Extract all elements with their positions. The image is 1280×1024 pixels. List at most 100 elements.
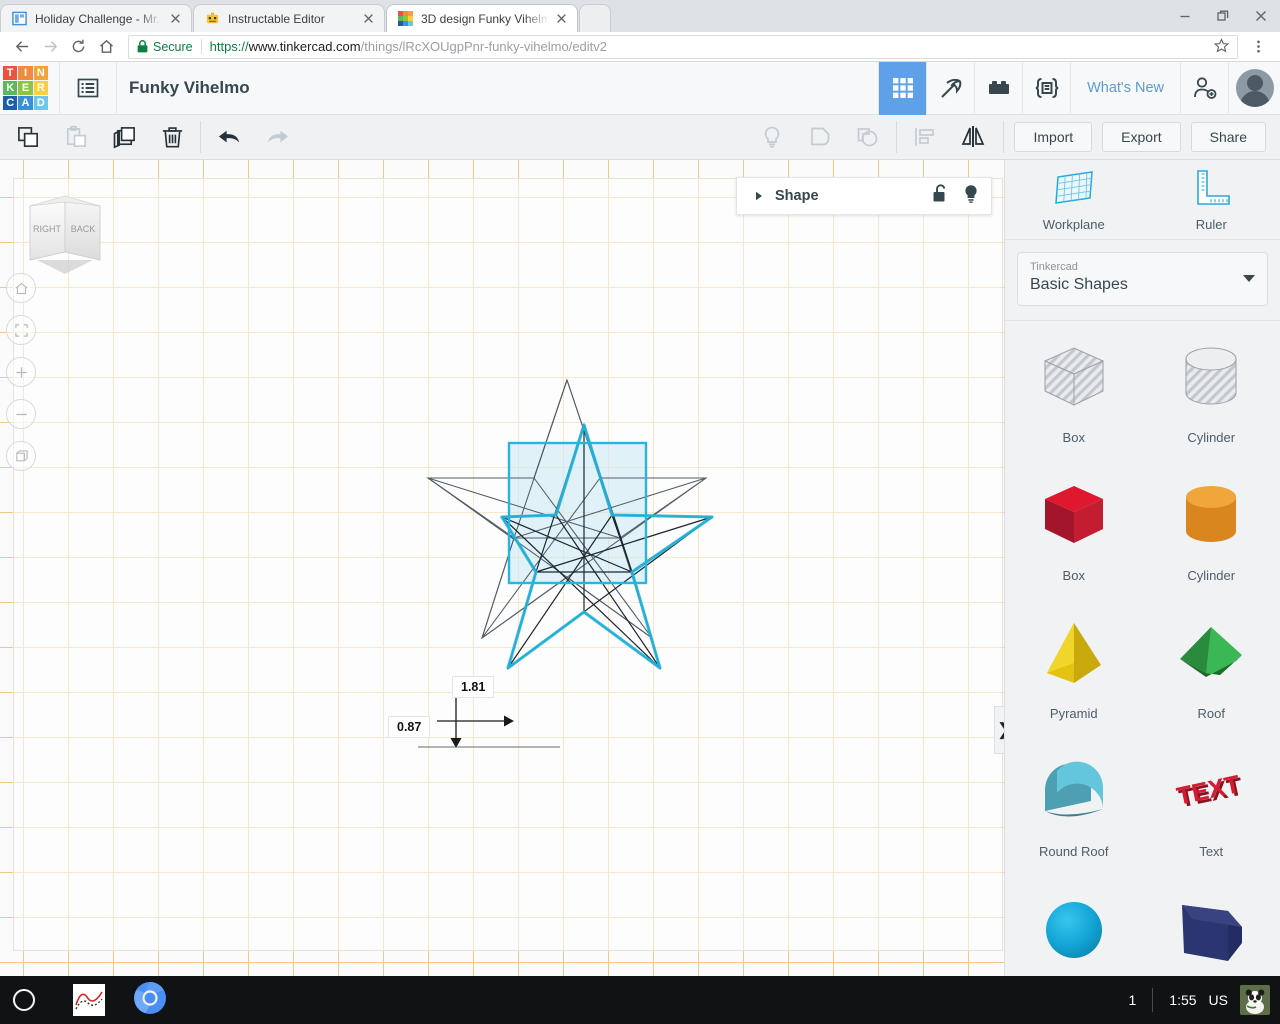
dimension-vertical[interactable]: 0.87: [388, 716, 431, 738]
lego-brick-icon[interactable]: [974, 61, 1022, 115]
close-icon[interactable]: [167, 11, 183, 27]
chevron-right-icon[interactable]: ❯: [994, 706, 1004, 754]
tinkercad-logo-icon[interactable]: T I N K E R C A D: [3, 65, 48, 111]
ungroup-icon[interactable]: [844, 115, 892, 160]
notification-count: 1: [1128, 992, 1137, 1008]
align-icon[interactable]: [901, 115, 949, 160]
shape-inspector-panel[interactable]: Shape: [736, 177, 992, 215]
shape-item-round-roof[interactable]: Round Roof: [1005, 735, 1143, 873]
shape-item-box[interactable]: Box: [1005, 459, 1143, 597]
shape-item-wedge[interactable]: Wedge: [1143, 873, 1280, 976]
minimize-icon[interactable]: [1166, 0, 1204, 32]
view-cube[interactable]: RIGHT BACK: [22, 192, 108, 278]
add-user-icon[interactable]: [1180, 61, 1228, 115]
logo-tile-a: A: [18, 96, 33, 111]
robot-icon: [204, 11, 220, 27]
shape-item-roof[interactable]: Roof: [1143, 597, 1280, 735]
shape-items-grid: Box Cylinder Box Cylinder Pyramid Roof R…: [1005, 320, 1280, 976]
avatar[interactable]: [1228, 61, 1280, 115]
system-tray[interactable]: 1 1:55 US: [1113, 985, 1280, 1015]
circle-launcher-icon[interactable]: [13, 989, 35, 1011]
whats-new-link[interactable]: What's New: [1070, 61, 1180, 115]
ruler-tool[interactable]: Ruler: [1143, 160, 1280, 239]
url-domain: www.tinkercad.com: [248, 39, 361, 54]
ruler-label: Ruler: [1195, 216, 1227, 232]
logo-tile-t: T: [3, 65, 18, 80]
lightbulb-hint-icon[interactable]: [748, 115, 796, 160]
browser-tab-0[interactable]: Holiday Challenge - Mr.: [0, 4, 192, 32]
shape-label: Pyramid: [1049, 705, 1098, 721]
chart-app-icon[interactable]: [73, 984, 105, 1016]
dimension-horizontal[interactable]: 1.81: [452, 676, 495, 698]
redo-icon[interactable]: [253, 115, 301, 160]
reload-icon[interactable]: [64, 33, 92, 61]
close-icon[interactable]: [360, 11, 376, 27]
export-button[interactable]: Export: [1102, 122, 1181, 152]
page-title[interactable]: Funky Vihelmo: [117, 78, 250, 98]
tab-title: Instructable Editor: [228, 11, 325, 26]
workplane-tool[interactable]: Workplane: [1005, 160, 1143, 239]
triangle-right-icon[interactable]: [749, 184, 769, 208]
round-roof-thumb: [1031, 750, 1117, 836]
panda-avatar[interactable]: [1240, 985, 1270, 1015]
chrome-icon[interactable]: [133, 981, 167, 1020]
copy-icon[interactable]: [4, 115, 52, 160]
close-icon[interactable]: [553, 11, 569, 27]
box-thumb: [1031, 474, 1117, 560]
close-icon[interactable]: [1242, 0, 1280, 32]
home-icon[interactable]: [92, 33, 120, 61]
roof-thumb: [1168, 612, 1254, 698]
tinkercad-header: T I N K E R C A D Funky Vihelmo What's N…: [0, 61, 1280, 115]
import-button[interactable]: Import: [1014, 122, 1093, 152]
window-controls: [1166, 0, 1280, 32]
design-canvas[interactable]: 1.81 0.87 RIGHT BACK Shape: [0, 160, 1004, 976]
zoom-out-button[interactable]: [6, 399, 36, 429]
mirror-icon[interactable]: [949, 115, 997, 160]
code-blocks-icon[interactable]: [1022, 61, 1070, 115]
share-button[interactable]: Share: [1190, 122, 1266, 152]
shape-item-cylinder-hole[interactable]: Cylinder: [1143, 321, 1280, 459]
grid-apps-icon[interactable]: [878, 61, 927, 115]
browser-tab-1[interactable]: Instructable Editor: [193, 4, 385, 32]
shape-item-cylinder[interactable]: Cylinder: [1143, 459, 1280, 597]
shape-item-pyramid[interactable]: Pyramid: [1005, 597, 1143, 735]
view-nav-buttons: [6, 273, 36, 483]
forward-arrow-icon[interactable]: [36, 33, 64, 61]
back-arrow-icon[interactable]: [8, 33, 36, 61]
shape-item-text[interactable]: TEXT TEXT Text: [1143, 735, 1280, 873]
list-menu-icon[interactable]: [60, 62, 116, 115]
shape-library-select[interactable]: Tinkercad Basic Shapes: [1017, 252, 1268, 306]
new-tab-button[interactable]: [579, 4, 611, 32]
logo-tile-d: D: [33, 96, 48, 111]
paste-icon[interactable]: [52, 115, 100, 160]
tab-title: 3D design Funky Vihelmo: [421, 11, 549, 26]
undo-icon[interactable]: [205, 115, 253, 160]
star-icon[interactable]: [1213, 37, 1231, 56]
clock: 1:55: [1169, 992, 1197, 1008]
address-bar[interactable]: Secure https://www.tinkercad.com/things/…: [128, 34, 1238, 59]
restore-icon[interactable]: [1204, 0, 1242, 32]
group-icon[interactable]: [796, 115, 844, 160]
header-actions: What's New: [878, 61, 1280, 115]
viewcube-face-back: BACK: [71, 224, 96, 234]
lightbulb-icon[interactable]: [963, 184, 979, 209]
fit-view-button[interactable]: [6, 315, 36, 345]
unlocked-padlock-icon[interactable]: [932, 184, 949, 208]
shape-label: Round Roof: [1039, 843, 1109, 859]
pickaxe-minecraft-icon[interactable]: [926, 61, 974, 115]
library-collection: Basic Shapes: [1030, 276, 1128, 293]
pyramid-thumb: [1031, 612, 1117, 698]
library-provider: Tinkercad: [1030, 261, 1078, 273]
shape-label: Cylinder: [1187, 429, 1236, 445]
delete-trash-icon[interactable]: [148, 115, 196, 160]
shape-item-box-hole[interactable]: Box: [1005, 321, 1143, 459]
ortho-perspective-button[interactable]: [6, 441, 36, 471]
star-model[interactable]: [0, 160, 1004, 976]
duplicate-icon[interactable]: [100, 115, 148, 160]
logo-tile-c: C: [3, 96, 18, 111]
zoom-in-button[interactable]: [6, 357, 36, 387]
home-view-button[interactable]: [6, 273, 36, 303]
browser-menu-icon[interactable]: [1244, 33, 1272, 61]
shape-item-sphere[interactable]: Sphere: [1005, 873, 1143, 976]
browser-tab-2[interactable]: 3D design Funky Vihelmo: [386, 4, 578, 32]
